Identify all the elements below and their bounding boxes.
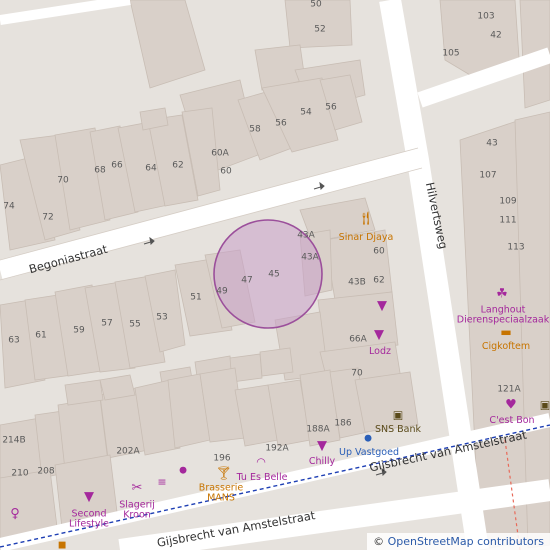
house-number: 192A: [265, 443, 289, 454]
house-number: 70: [351, 368, 363, 379]
house-number: 56: [325, 102, 337, 113]
house-number: 59: [73, 325, 85, 336]
poi-label-langhout[interactable]: Langhout Dierenspeciaalzaak: [457, 305, 549, 327]
store-icon[interactable]: ≡: [157, 477, 166, 488]
house-number: 111: [499, 215, 517, 226]
poi-label-cigkoftem[interactable]: Cigkoftem: [482, 341, 530, 352]
gift-shop-icon[interactable]: ♥: [505, 399, 517, 412]
house-number: 45: [268, 269, 280, 280]
house-number: 107: [479, 170, 497, 181]
house-number: 58: [249, 124, 261, 135]
clothes-shop-icon[interactable]: ▼: [317, 440, 327, 453]
poi-label-chilly[interactable]: Chilly: [309, 456, 335, 467]
butcher-icon[interactable]: ✂: [132, 482, 143, 495]
office-dot-icon[interactable]: ●: [364, 434, 372, 444]
house-number: 53: [156, 312, 168, 323]
house-number: 60: [373, 246, 385, 257]
house-number: 62: [373, 275, 385, 286]
house-number: 188A: [306, 424, 330, 435]
house-number: 66: [111, 160, 123, 171]
poi-label-tu-es-belle[interactable]: Tu Es Belle: [237, 472, 288, 483]
house-number: 42: [490, 30, 502, 41]
poi-label-cest-bon[interactable]: C'est Bon: [489, 415, 534, 426]
copyright-symbol: ©: [373, 535, 385, 548]
poi-label-sns-bank[interactable]: SNS Bank: [375, 424, 421, 435]
house-number: 43B: [348, 277, 366, 288]
poi-label-second-lifestyle[interactable]: Second Lifestyle: [69, 509, 109, 531]
wine-shop-icon[interactable]: ♀: [10, 508, 20, 521]
house-number: 113: [507, 242, 525, 253]
house-number: 105: [442, 48, 460, 59]
house-number: 49: [216, 286, 228, 297]
bus-stop-icon[interactable]: ■: [58, 541, 67, 550]
house-number: 208: [37, 466, 55, 477]
house-number: 43A: [301, 252, 319, 263]
clothes-shop-icon[interactable]: ▼: [374, 329, 384, 342]
house-number: 51: [190, 292, 202, 303]
house-number: 68: [94, 165, 106, 176]
house-number: 64: [145, 163, 157, 174]
house-number: 63: [8, 335, 20, 346]
house-number: 109: [499, 196, 517, 207]
pet-shop-icon[interactable]: ☘: [496, 288, 508, 301]
house-number: 43A: [297, 230, 315, 241]
house-number: 52: [314, 24, 326, 35]
house-number: 196: [213, 453, 231, 464]
house-number: 186: [334, 418, 352, 429]
clothes-shop-icon[interactable]: ▼: [84, 491, 94, 504]
shop-icon[interactable]: ▣: [540, 400, 550, 411]
house-number: 74: [3, 201, 15, 212]
house-number: 103: [477, 11, 495, 22]
house-number: 210: [11, 468, 29, 479]
bank-icon[interactable]: ▣: [393, 410, 403, 421]
house-number: 214B: [2, 435, 26, 446]
house-number: 72: [42, 212, 54, 223]
map-attribution: © OpenStreetMap contributors: [367, 533, 550, 550]
poi-label-up-vastgoed[interactable]: Up Vastgoed: [339, 447, 399, 458]
house-number: 43: [486, 138, 498, 149]
shop-dot-icon[interactable]: ●: [179, 466, 187, 476]
house-number: 47: [241, 275, 253, 286]
bar-icon[interactable]: 🍸︎: [216, 468, 233, 481]
house-number: 61: [35, 330, 47, 341]
house-number: 50: [310, 0, 322, 10]
house-number: 66A: [349, 334, 367, 345]
fast-food-icon[interactable]: ▬: [500, 326, 511, 338]
house-number: 57: [101, 318, 113, 329]
house-number: 54: [300, 107, 312, 118]
house-number: 202A: [116, 446, 140, 457]
attribution-link[interactable]: OpenStreetMap contributors: [388, 535, 544, 548]
house-number: 70: [57, 175, 69, 186]
house-number: 56: [275, 118, 287, 129]
house-number: 62: [172, 160, 184, 171]
house-number: 121A: [497, 384, 521, 395]
restaurant-icon[interactable]: 🍴︎: [358, 213, 375, 226]
house-number: 60A: [211, 148, 229, 159]
poi-label-lodz[interactable]: Lodz: [369, 346, 391, 357]
beauty-icon[interactable]: ◠: [256, 457, 266, 468]
poi-label-slagerij-kroon[interactable]: Slagerij Kroon: [119, 500, 155, 522]
clothes-shop-icon[interactable]: ▼: [377, 300, 387, 313]
poi-label-sinar-djaya[interactable]: Sinar Djaya: [339, 232, 394, 243]
house-number: 60: [220, 166, 232, 177]
poi-label-brasserie-mans[interactable]: Brasserie MANS: [199, 483, 243, 505]
house-number: 55: [129, 319, 141, 330]
map-canvas[interactable]: Begoniastraat Hilvertsweg Gijsbrecht van…: [0, 0, 550, 550]
